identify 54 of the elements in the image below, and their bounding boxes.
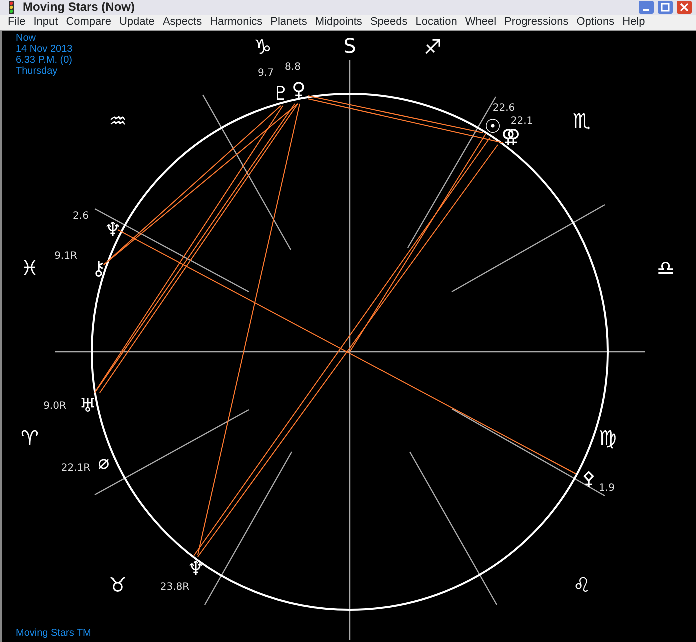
menu-item[interactable]: Help [618, 15, 650, 30]
planet-degree: 9.7 [258, 68, 274, 79]
zodiac-sign: ♍ [599, 426, 617, 450]
planet-degree: 22.6 [492, 103, 516, 114]
planet-degree: 1.9 [599, 483, 615, 494]
chart-info-text: 14 Nov 2013 [16, 44, 73, 55]
planet-degree: 22.1R [61, 463, 91, 474]
menu-item[interactable]: Options [572, 15, 619, 30]
menu-item[interactable]: Midpoints [311, 15, 366, 30]
close-icon[interactable] [677, 1, 692, 14]
planet-degree: 22.1 [510, 116, 534, 127]
menu-item[interactable]: Harmonics [206, 15, 267, 30]
zodiac-sign: ♒ [109, 109, 127, 133]
planet-glyph: ⚷ [92, 258, 106, 280]
planet-glyph: ⌀ [98, 452, 110, 474]
menu-item[interactable]: Input [30, 15, 62, 30]
menu-item[interactable]: Compare [62, 15, 116, 30]
zodiac-sign: ♑ [254, 35, 272, 59]
minimize-icon[interactable] [639, 1, 654, 14]
zodiac-sign: ♌ [573, 573, 591, 597]
chart-info-text: Now [16, 33, 38, 44]
window-title: Moving Stars (Now) [23, 0, 136, 15]
chart-info-text: 6.33 P.M. (0) [16, 55, 73, 66]
menu-item[interactable]: Update [115, 15, 159, 30]
planet-glyph: ⚢ [501, 126, 521, 148]
planet-glyph: ♇ [272, 83, 290, 105]
maximize-icon[interactable] [658, 1, 673, 14]
zodiac-sign: ♓ [21, 256, 39, 280]
planet-degree: 23.8R [160, 582, 190, 593]
menu-item[interactable]: Wheel [461, 15, 501, 30]
planet-glyph: ☉ [484, 116, 502, 138]
planet-glyph: ♆ [187, 558, 205, 580]
planet-degree: 2.6 [73, 211, 89, 222]
zodiac-sign: ♎ [657, 256, 675, 280]
planet-degree: 9.0R [44, 401, 66, 412]
menu-item[interactable]: File [4, 15, 30, 30]
zodiac-sign: ♏ [573, 109, 591, 133]
menu-item[interactable]: Progressions [500, 15, 573, 30]
zodiac-sign: ♉ [109, 573, 127, 597]
zodiac-sign: ♐ [424, 35, 442, 59]
planet-degree: 9.1R [54, 251, 78, 262]
menu-item[interactable]: Aspects [158, 15, 206, 30]
footer-text: Moving Stars TM [16, 627, 92, 641]
planet-glyph: ♅ [79, 395, 97, 417]
zodiac-sign: ♈ [21, 426, 39, 450]
planet-glyph: ♆ [104, 219, 122, 241]
menu-item[interactable]: Planets [266, 15, 312, 30]
planet-glyph: ♀ [292, 79, 306, 101]
chart-info-text: Thursday [16, 66, 59, 77]
menu-item[interactable]: Speeds [366, 15, 412, 30]
planet-glyph: ⚴ [582, 468, 596, 490]
axis-label: S [344, 34, 356, 58]
planet-degree: 8.8 [285, 62, 301, 73]
menu-item[interactable]: Location [412, 15, 462, 30]
